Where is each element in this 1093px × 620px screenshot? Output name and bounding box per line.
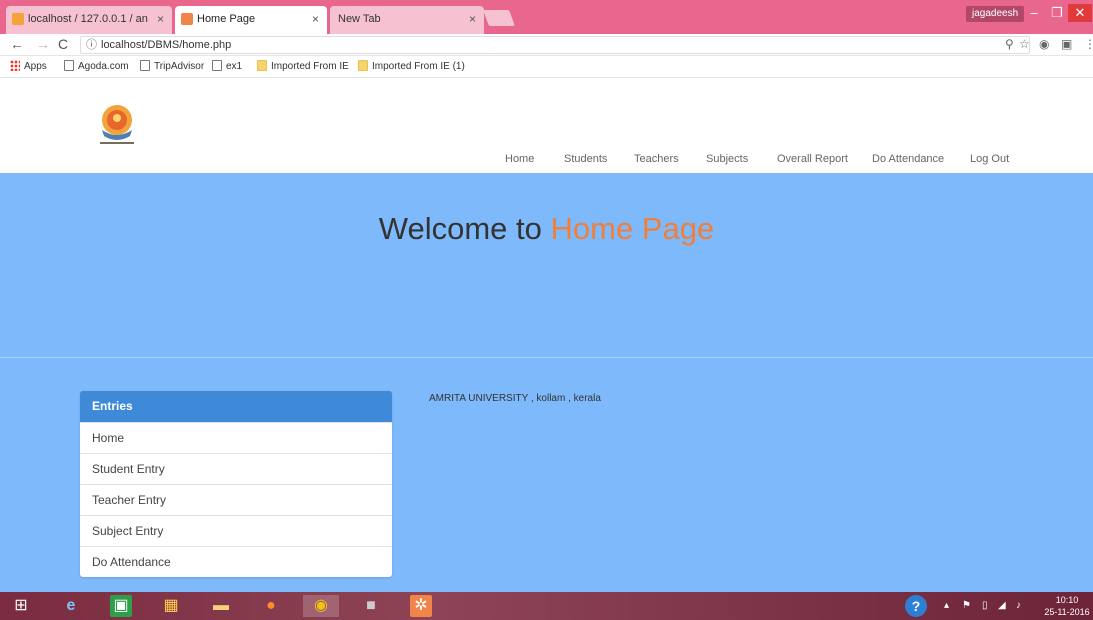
browser-titlebar: localhost / 127.0.0.1 / an × Home Page ×…: [0, 0, 1093, 34]
bookmark-imported-ie-1[interactable]: Imported From IE (1): [358, 60, 465, 72]
page-icon: [140, 60, 150, 71]
store-icon[interactable]: ▣: [110, 595, 132, 617]
university-logo: [100, 105, 134, 144]
bookmark-ex1[interactable]: ex1: [212, 60, 242, 72]
flag-icon[interactable]: ⚑: [962, 600, 971, 611]
address-row: ← → C ⓘ localhost/DBMS/home.php ⚲ ☆ ◉ ▣ …: [0, 34, 1093, 56]
main-content: Entries Home Student Entry Teacher Entry…: [0, 358, 1093, 592]
nav-students[interactable]: Students: [564, 153, 607, 165]
bookmark-label: Agoda.com: [78, 61, 129, 72]
bookmark-label: TripAdvisor: [154, 61, 205, 72]
bookmark-star-icon[interactable]: ☆: [1019, 37, 1030, 51]
menu-icon[interactable]: ⋮: [1084, 37, 1093, 51]
reload-icon[interactable]: C: [58, 36, 68, 52]
url-text: localhost/DBMS/home.php: [101, 39, 232, 51]
folder-icon: [257, 60, 267, 71]
bookmark-tripadvisor[interactable]: TripAdvisor: [140, 60, 204, 72]
tray-up-icon[interactable]: ▴: [944, 600, 949, 611]
tab-home-page[interactable]: Home Page ×: [175, 6, 327, 34]
nav-teachers[interactable]: Teachers: [634, 153, 679, 165]
tab-new-tab[interactable]: New Tab ×: [330, 6, 484, 34]
minimize-icon[interactable]: –: [1022, 4, 1046, 22]
bookmark-apps[interactable]: Apps: [10, 60, 47, 72]
profile-badge[interactable]: jagadeesh: [966, 6, 1025, 22]
bookmark-label: Apps: [24, 61, 47, 72]
xampp-taskbar-icon[interactable]: ✲: [410, 595, 432, 617]
site-header: Home Students Teachers Subjects Overall …: [0, 78, 1093, 173]
url-input[interactable]: ⓘ localhost/DBMS/home.php: [80, 36, 1030, 54]
file-explorer-icon[interactable]: ▬: [210, 595, 232, 617]
clock-date: 25-11-2016: [1044, 607, 1090, 617]
forward-icon[interactable]: →: [36, 36, 50, 52]
university-address: AMRITA UNIVERSITY , kollam , kerala: [429, 393, 601, 404]
tab-phpmyadmin[interactable]: localhost / 127.0.0.1 / an ×: [6, 6, 172, 34]
windows-start-icon[interactable]: ⊞: [10, 595, 32, 617]
new-tab-button[interactable]: [483, 10, 515, 26]
page-icon: [212, 60, 222, 71]
entries-item-do-attendance[interactable]: Do Attendance: [80, 546, 392, 577]
volume-icon[interactable]: ♪: [1016, 600, 1021, 611]
bookmarks-bar: Apps Agoda.com TripAdvisor ex1 Imported …: [0, 56, 1093, 78]
firefox-icon[interactable]: ●: [260, 595, 282, 617]
info-icon[interactable]: ⓘ: [86, 37, 97, 53]
extension-box-icon[interactable]: ▣: [1061, 37, 1072, 51]
bookmark-label: ex1: [226, 61, 243, 72]
entries-panel: Entries Home Student Entry Teacher Entry…: [80, 391, 392, 577]
tab-title: localhost / 127.0.0.1 / an: [28, 13, 148, 25]
entries-item-subject-entry[interactable]: Subject Entry: [80, 515, 392, 546]
tab-close-icon[interactable]: ×: [312, 6, 319, 32]
back-icon[interactable]: ←: [10, 36, 24, 52]
network-icon[interactable]: ◢: [998, 600, 1006, 611]
entries-item-student-entry[interactable]: Student Entry: [80, 453, 392, 484]
tab-close-icon[interactable]: ×: [157, 6, 164, 32]
system-clock[interactable]: 10:10 25-11-2016: [1042, 594, 1092, 618]
page-title: Welcome to Home Page: [0, 211, 1093, 247]
internet-explorer-icon[interactable]: e: [60, 595, 82, 617]
filter-icon[interactable]: ⚲: [1005, 37, 1014, 51]
bookmark-label: Imported From IE (1): [372, 61, 465, 72]
tab-close-icon[interactable]: ×: [469, 6, 476, 32]
bookmark-agoda[interactable]: Agoda.com: [64, 60, 129, 72]
tab-title: New Tab: [338, 13, 381, 25]
entries-item-home[interactable]: Home: [80, 422, 392, 453]
clock-time: 10:10: [1055, 595, 1079, 605]
nav-subjects[interactable]: Subjects: [706, 153, 748, 165]
taskbar: ⊞ e ▣ ▦ ▬ ● ◉ ■ ✲ ? ▴ ⚑ ▯ ◢ ♪ 10:10 25-1…: [0, 592, 1093, 620]
extension-icon[interactable]: ◉: [1039, 37, 1049, 51]
media-icon[interactable]: ▦: [160, 595, 182, 617]
close-window-icon[interactable]: ✕: [1068, 4, 1092, 22]
xampp-icon: [181, 13, 193, 25]
hero-banner: Welcome to Home Page: [0, 173, 1093, 358]
tab-title: Home Page: [197, 13, 256, 25]
bookmark-label: Imported From IE: [271, 61, 349, 72]
page-icon: [64, 60, 74, 71]
welcome-text: Welcome to: [378, 211, 542, 246]
help-icon[interactable]: ?: [905, 595, 927, 617]
bookmark-imported-ie[interactable]: Imported From IE: [257, 60, 349, 72]
entries-item-teacher-entry[interactable]: Teacher Entry: [80, 484, 392, 515]
nav-do-attendance[interactable]: Do Attendance: [872, 153, 944, 165]
phpmyadmin-icon: [12, 13, 24, 25]
maximize-icon[interactable]: ❐: [1045, 4, 1069, 22]
entries-panel-title: Entries: [80, 391, 392, 422]
apps-grid-icon: [10, 60, 20, 71]
welcome-accent: Home Page: [550, 211, 715, 246]
nav-logout[interactable]: Log Out: [970, 153, 1009, 165]
terminal-icon[interactable]: ■: [360, 595, 382, 617]
nav-overall-report[interactable]: Overall Report: [777, 153, 848, 165]
nav-home[interactable]: Home: [505, 153, 534, 165]
chrome-icon[interactable]: ◉: [303, 595, 339, 617]
battery-icon[interactable]: ▯: [982, 600, 988, 611]
folder-icon: [358, 60, 368, 71]
